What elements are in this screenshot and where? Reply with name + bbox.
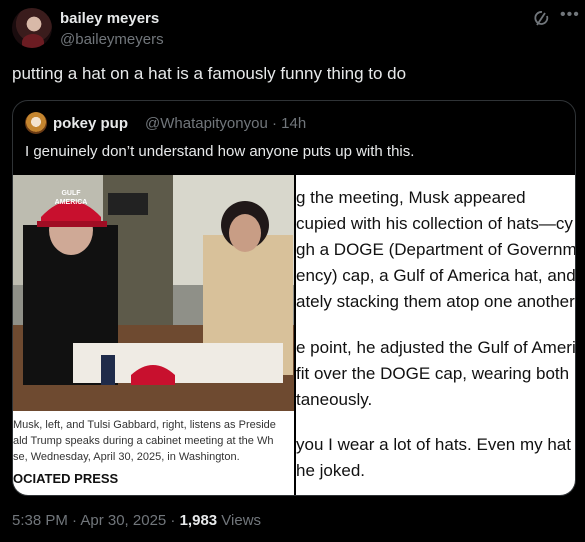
quoted-media[interactable]: GULF AMERICA Musk, left, and Tulsi Gabba… [13,175,576,495]
caption-line: ald Trump speaks during a cabinet meetin… [13,435,274,447]
quoted-tweet[interactable]: pokey pup @Whatapityonyou · 14h I genuin… [12,100,576,496]
quoted-handle[interactable]: @Whatapityonyou [145,115,268,132]
more-icon[interactable]: ••• [560,6,580,24]
grok-icon[interactable] [534,10,550,28]
article-line: g the meeting, Musk appeared [296,188,526,207]
photo-credit: OCIATED PRESS [13,471,119,486]
author-handle[interactable]: @baileymeyers [60,31,164,48]
quoted-meta: @Whatapityonyou · 14h [145,115,306,132]
article-excerpt[interactable]: g the meeting, Musk appeared cupied with… [296,175,576,495]
post-timestamp[interactable]: 5:38 PM · Apr 30, 2025 · [12,512,180,529]
quoted-name[interactable]: pokey pup [53,115,128,132]
quoted-time: · 14h [271,115,307,132]
photo-image: GULF AMERICA [13,175,294,411]
photo-caption: Musk, left, and Tulsi Gabbard, right, li… [13,417,294,465]
article-line: ately stacking them atop one another [296,292,575,311]
hat-text-1: GULF [61,190,81,197]
article-line: you I wear a lot of hats. Even my hat [296,435,571,454]
article-line: gh a DOGE (Department of Governme [296,240,576,259]
article-line: he joked. [296,461,365,480]
quoted-text: I genuinely don’t understand how anyone … [25,143,415,160]
news-photo[interactable]: GULF AMERICA Musk, left, and Tulsi Gabba… [13,175,294,495]
post-text: putting a hat on a hat is a famously fun… [12,64,407,83]
author-avatar[interactable] [12,8,52,48]
caption-line: Musk, left, and Tulsi Gabbard, right, li… [13,419,276,431]
post-footer: 5:38 PM · Apr 30, 2025 · 1,983 Views [12,512,261,529]
article-line: cupied with his collection of hats—cy [296,214,573,233]
article-line: taneously. [296,390,373,409]
hat-text-2: AMERICA [55,199,88,206]
views-label: Views [217,512,262,529]
caption-line: se, Wednesday, April 30, 2025, in Washin… [13,451,240,463]
article-line: fit over the DOGE cap, wearing both [296,364,570,383]
article-line: ency) cap, a Gulf of America hat, and [296,266,576,285]
article-line: e point, he adjusted the Gulf of Ameri [296,338,576,357]
views-count: 1,983 [179,512,218,529]
tweet[interactable]: bailey meyers @baileymeyers ••• putting … [0,0,585,542]
quoted-avatar[interactable] [25,112,47,134]
author-name[interactable]: bailey meyers [60,10,159,27]
